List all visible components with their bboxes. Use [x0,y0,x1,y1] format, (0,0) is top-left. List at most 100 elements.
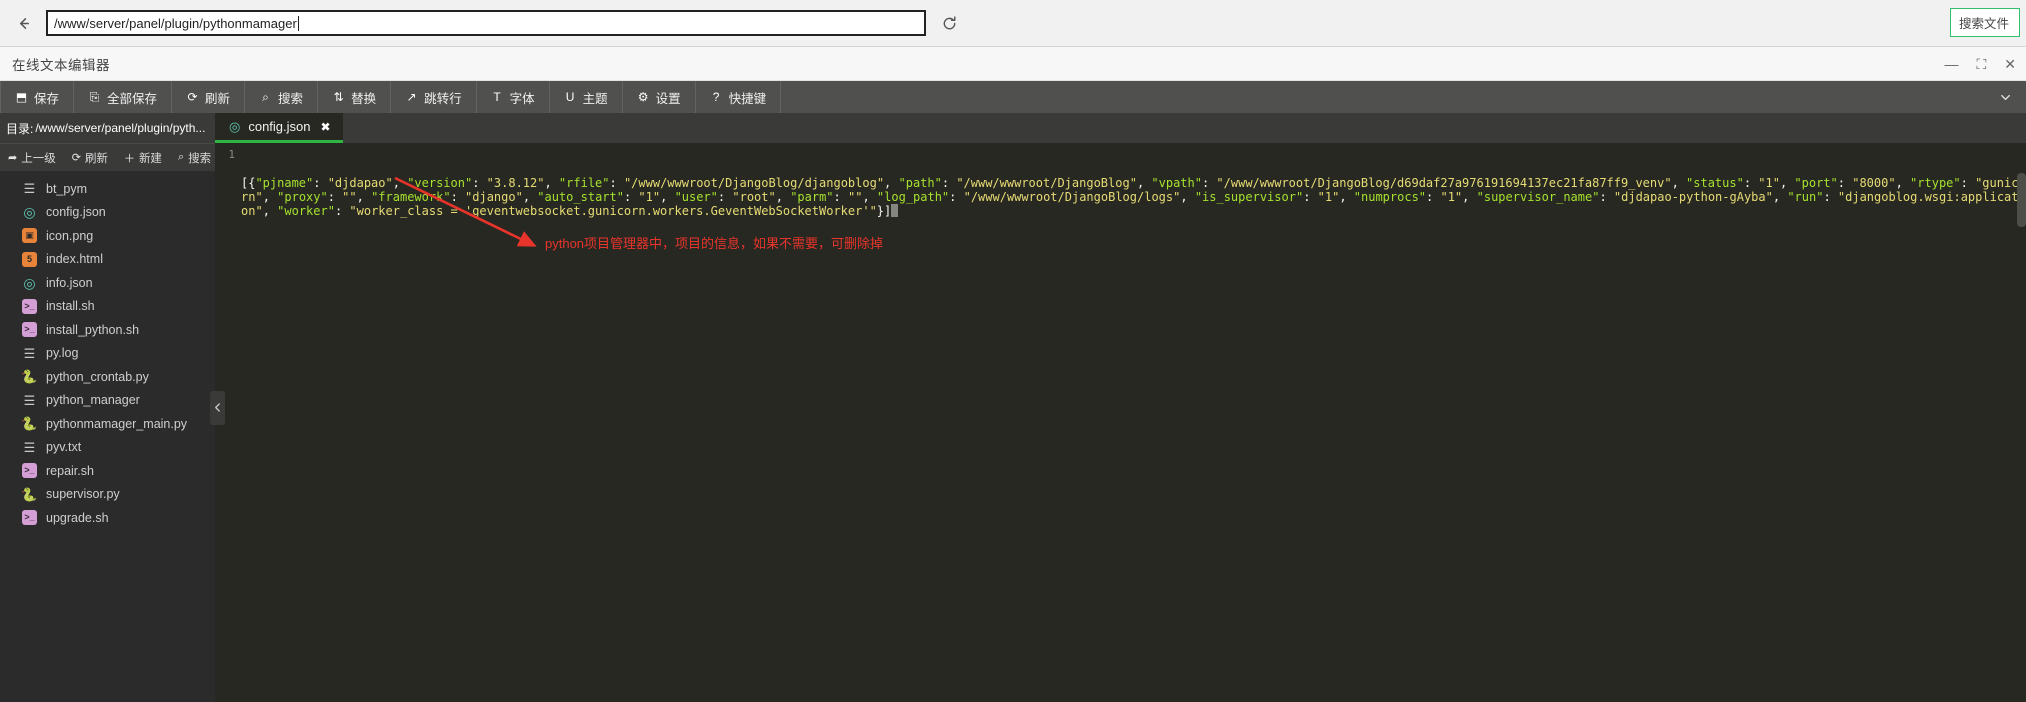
file-list-item[interactable]: ☰ bt_pym [0,177,215,201]
toolbar-button-2[interactable]: ⟳ 刷新 [172,81,246,113]
arrow-left-icon [19,17,29,29]
file-name: install_python.sh [46,322,140,337]
file-list-item[interactable]: ☰ pyv.txt [0,436,215,460]
file-name: index.html [46,252,103,267]
png-file-icon: ▣ [22,228,37,244]
refresh-icon: ⟳ [71,152,81,164]
editor-vertical-scrollbar[interactable] [2017,173,2026,702]
minimize-icon[interactable]: — [1944,57,1958,71]
file-name: config.json [46,205,106,220]
sidebar-tool-label: 搜索 [188,152,212,165]
directory-path: 目录: /www/server/panel/plugin/pyth... [0,113,215,143]
code-text: [{"pjname": "djdapao", "version": "3.8.1… [241,176,2026,218]
editor-tab-label: config.json [248,119,311,134]
address-input[interactable]: /www/server/panel/plugin/pythonmamager [46,10,926,36]
toolbar-button-8[interactable]: ⚙ 设置 [623,81,696,113]
file-list-item[interactable]: ☰ py.log [0,342,215,366]
back-button[interactable] [8,8,40,38]
sidebar-tool-0[interactable]: ➦ 上一级 [0,150,64,166]
py-file-icon: 🐍 [21,486,38,502]
html-file-icon: 5 [22,251,37,267]
font-icon: T [493,90,501,104]
sh-file-icon: >_ [22,298,37,314]
toolbar-button-0[interactable]: ⬒ 保存 [0,81,75,113]
file-name: upgrade.sh [46,510,109,525]
toolbar-button-label: 字体 [509,91,535,106]
file-name: install.sh [46,299,95,314]
file-name: python_manager [46,393,140,408]
sidebar-tool-2[interactable]: ＋新建 [116,150,170,166]
editor-toolbar: ⬒ 保存 ⎘ 全部保存 ⟳ 刷新 ⌕ 搜索 ⇅ 替换 ↗ 跳转行 T 字体 U 主题 ⚙ 设置? 快捷键 [0,81,2026,113]
sidebar-tool-label: 刷新 [84,152,108,165]
file-list-item[interactable]: ▣ icon.png [0,224,215,248]
refresh-icon [943,15,955,29]
doc-file-icon: ☰ [23,439,36,455]
sidebar-tool-3[interactable]: ⌕ 搜索 [170,150,219,166]
line-number: 1 [228,148,235,161]
file-name: info.json [46,275,93,290]
editor-window-title-bar: 在线文本编辑器 — ⛶ ✕ [0,47,2026,81]
sh-file-icon: >_ [22,322,37,338]
sidebar-tool-1[interactable]: ⟳ 刷新 [64,150,116,166]
toolbar-collapse-button[interactable] [1999,81,2012,113]
sh-file-icon: >_ [22,510,37,526]
json-file-icon: ◎ [229,118,241,134]
file-name: pythonmamager_main.py [46,416,188,431]
file-list-item[interactable]: ◎ info.json [0,271,215,295]
address-input-value: /www/server/panel/plugin/pythonmamager [54,15,297,31]
sidebar-collapse-handle[interactable] [210,390,225,425]
chevron-down-icon [2001,94,2010,100]
toolbar-button-1[interactable]: ⎘ 全部保存 [74,81,173,113]
toolbar-button-9[interactable]: ? 快捷键 [696,81,782,113]
scrollbar-thumb[interactable] [2017,173,2026,227]
file-list-item[interactable]: >_ install.sh [0,295,215,319]
file-search-box[interactable]: 搜索文件 [1950,8,2020,37]
arrow-up-level-icon: ➦ [8,152,18,164]
chevron-left-icon [215,403,220,412]
toolbar-button-label: 搜索 [278,91,304,106]
file-name: bt_pym [46,181,87,196]
toolbar-button-7[interactable]: U 主题 [550,81,623,113]
directory-path-value: /www/server/panel/plugin/pyth... [35,121,206,135]
editor-tab-config-json[interactable]: ◎ config.json ✖ [215,113,343,143]
reload-button[interactable] [934,8,964,38]
code-editor[interactable]: 1 [{"pjname": "djdapao", "version": "3.8… [215,143,2026,702]
py-file-icon: 🐍 [21,369,38,385]
save-icon: ⬒ [15,90,28,104]
toolbar-button-label: 替换 [351,91,377,106]
json-file-icon: ◎ [23,274,36,291]
file-list-item[interactable]: >_ upgrade.sh [0,506,215,530]
toolbar-button-label: 刷新 [205,91,231,106]
toolbar-button-label: 跳转行 [424,91,462,106]
sidebar-tool-label: 新建 [138,152,162,165]
toolbar-button-4[interactable]: ⇅ 替换 [318,81,392,113]
toolbar-button-label: 全部保存 [107,91,158,106]
replace-icon: ⇅ [333,90,344,104]
file-name: repair.sh [46,463,94,478]
code-content[interactable]: [{"pjname": "djdapao", "version": "3.8.1… [241,143,2026,702]
file-list-item[interactable]: >_ install_python.sh [0,318,215,342]
directory-path-label: 目录: [6,121,34,136]
sh-file-icon: >_ [22,463,37,479]
toolbar-button-6[interactable]: T 字体 [477,81,550,113]
maximize-icon[interactable]: ⛶ [1976,57,1986,71]
toolbar-button-label: 快捷键 [728,91,767,106]
file-list-item[interactable]: ☰ python_manager [0,389,215,413]
theme-icon: U [565,90,575,104]
toolbar-button-3[interactable]: ⌕ 搜索 [245,81,319,113]
file-list-item[interactable]: 🐍 supervisor.py [0,483,215,507]
search-icon: ⌕ [262,89,269,104]
search-icon: ⌕ [177,151,185,163]
toolbar-button-label: 保存 [34,91,60,106]
file-name: python_crontab.py [46,369,149,384]
file-list-item[interactable]: 🐍 pythonmamager_main.py [0,412,215,436]
file-list-item[interactable]: 🐍 python_crontab.py [0,365,215,389]
toolbar-button-5[interactable]: ↗ 跳转行 [391,81,477,113]
close-icon[interactable]: ✕ [2004,57,2016,71]
close-tab-icon[interactable]: ✖ [321,120,331,134]
browser-address-bar: /www/server/panel/plugin/pythonmamager 搜… [0,0,2026,47]
file-list-item[interactable]: ◎ config.json [0,201,215,225]
file-list-item[interactable]: 5 index.html [0,248,215,272]
doc-file-icon: ☰ [23,392,36,408]
file-list-item[interactable]: >_ repair.sh [0,459,215,483]
